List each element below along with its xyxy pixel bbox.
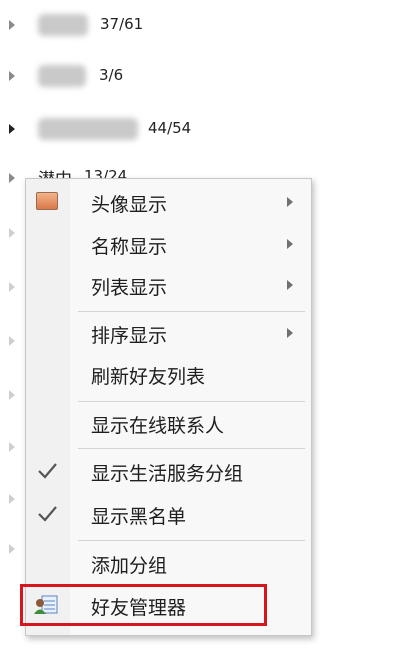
menu-separator (78, 448, 305, 449)
expand-arrow-icon[interactable] (9, 494, 15, 504)
group-count: 44/54 (148, 119, 192, 137)
menu-item-name-display[interactable]: 名称显示 (26, 226, 311, 262)
group-count: 3/6 (99, 66, 124, 84)
menu-item-show-life-services[interactable]: 显示生活服务分组 (26, 453, 311, 489)
menu-item-add-group[interactable]: 添加分组 (26, 545, 311, 581)
checkmark-icon (38, 463, 57, 479)
menu-item-label: 添加分组 (91, 555, 168, 577)
menu-item-refresh-friends[interactable]: 刷新好友列表 (26, 356, 311, 392)
menu-item-list-display[interactable]: 列表显示 (26, 267, 311, 303)
expand-arrow-icon[interactable] (9, 173, 15, 183)
expand-arrow-icon[interactable] (9, 228, 15, 238)
menu-item-label: 显示在线联系人 (91, 415, 225, 437)
group-name-blurred (38, 118, 138, 140)
submenu-arrow-icon (287, 328, 293, 338)
avatar-icon (36, 192, 58, 210)
expand-arrow-icon[interactable] (9, 442, 15, 452)
menu-item-show-blacklist[interactable]: 显示黑名单 (26, 496, 311, 532)
menu-item-avatar-display[interactable]: 头像显示 (26, 184, 311, 220)
menu-item-show-online[interactable]: 显示在线联系人 (26, 405, 311, 441)
expand-arrow-icon[interactable] (9, 390, 15, 400)
menu-item-label: 刷新好友列表 (91, 366, 206, 388)
group-name-blurred (38, 65, 86, 87)
expand-arrow-icon[interactable] (9, 282, 15, 292)
checkmark-icon (38, 506, 57, 522)
submenu-arrow-icon (287, 280, 293, 290)
group-name-blurred (38, 14, 88, 36)
menu-item-sort-display[interactable]: 排序显示 (26, 315, 311, 351)
menu-separator (78, 401, 305, 402)
menu-separator (78, 540, 305, 541)
menu-item-label: 头像显示 (91, 194, 168, 216)
expand-arrow-icon[interactable] (9, 544, 15, 554)
expand-arrow-icon[interactable] (9, 124, 15, 134)
expand-arrow-icon[interactable] (9, 20, 15, 30)
menu-item-label: 显示生活服务分组 (91, 463, 244, 485)
menu-item-label: 名称显示 (91, 236, 168, 258)
menu-item-label: 排序显示 (91, 325, 168, 347)
contact-group-1[interactable]: 37/61 (0, 10, 200, 40)
menu-item-label: 列表显示 (91, 277, 168, 299)
group-count: 37/61 (100, 15, 144, 33)
contact-group-2[interactable]: 3/6 (0, 61, 200, 91)
menu-item-label: 显示黑名单 (91, 506, 187, 528)
highlight-box (20, 584, 267, 626)
menu-separator (78, 311, 305, 312)
submenu-arrow-icon (287, 197, 293, 207)
expand-arrow-icon[interactable] (9, 336, 15, 346)
expand-arrow-icon[interactable] (9, 71, 15, 81)
submenu-arrow-icon (287, 239, 293, 249)
context-menu: 头像显示 名称显示 列表显示 排序显示 刷新好友列表 显示在线联系人 显示生活服… (25, 178, 312, 636)
contact-group-3[interactable]: 44/54 (0, 114, 220, 144)
